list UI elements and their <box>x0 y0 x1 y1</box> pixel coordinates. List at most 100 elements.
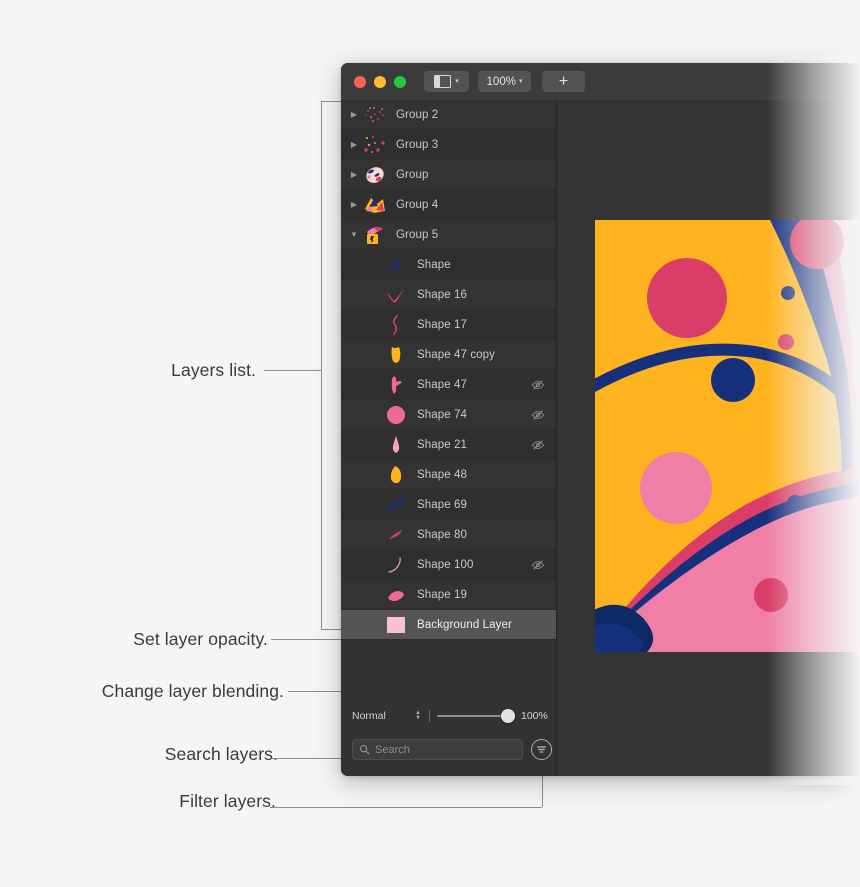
layer-name: Group 5 <box>396 228 439 241</box>
layers-panel: ▶ Group 2 ▶ Group 3 ▶ Group ▶ Group 4 ▼ Group 5 Sh… <box>341 100 557 776</box>
layer-row[interactable]: Shape 47 <box>341 370 556 400</box>
layer-hidden-eye-icon[interactable] <box>531 408 545 422</box>
sidebar-icon <box>434 75 452 88</box>
layer-row[interactable]: Shape 21 <box>341 430 556 460</box>
layer-thumbnail <box>383 313 409 337</box>
artwork <box>595 220 860 652</box>
layer-row[interactable]: ▼ Group 5 <box>341 220 556 250</box>
layer-name: Shape 19 <box>417 588 468 601</box>
blend-mode-dropdown[interactable]: Normal <box>352 710 386 722</box>
layer-thumbnail <box>383 403 409 427</box>
callout-search-layers: Search layers. <box>164 744 278 764</box>
layers-list[interactable]: ▶ Group 2 ▶ Group 3 ▶ Group ▶ Group 4 ▼ Group 5 Sh… <box>341 100 556 640</box>
layer-name: Group 4 <box>396 198 439 211</box>
layer-name: Shape 80 <box>417 528 468 541</box>
layer-thumbnail <box>383 283 409 307</box>
zoom-level-dropdown[interactable]: 100% ▾ <box>478 71 531 92</box>
leader-layers-list-bracket-top <box>321 101 341 102</box>
layer-hidden-eye-icon[interactable] <box>531 438 545 452</box>
sidebar-toggle-button[interactable]: ▾ <box>424 71 469 92</box>
layer-name: Shape 74 <box>417 408 468 421</box>
layer-row[interactable]: Shape 74 <box>341 400 556 430</box>
layer-name: Shape 100 <box>417 558 474 571</box>
layer-row[interactable]: Shape 17 <box>341 310 556 340</box>
add-button[interactable]: + <box>542 71 585 92</box>
layer-name: Shape <box>417 258 451 271</box>
disclosure-triangle-collapsed-icon[interactable]: ▶ <box>347 110 361 119</box>
callout-change-blending: Change layer blending. <box>101 681 284 701</box>
leader-layers-list-h <box>264 370 321 371</box>
callout-set-opacity: Set layer opacity. <box>133 629 268 649</box>
layer-thumbnail <box>383 463 409 487</box>
divider <box>429 709 430 722</box>
layer-name: Shape 16 <box>417 288 468 301</box>
search-icon <box>359 744 370 755</box>
search-input[interactable]: Search <box>352 739 523 760</box>
leader-search-layers-h <box>272 758 352 759</box>
layer-row[interactable]: ▶ Group 3 <box>341 130 556 160</box>
search-placeholder: Search <box>375 743 410 756</box>
chevron-down-icon-zoom: ▾ <box>518 78 523 85</box>
filter-icon <box>536 746 547 753</box>
layer-thumbnail <box>383 433 409 457</box>
layer-row[interactable]: Shape 16 <box>341 280 556 310</box>
disclosure-triangle-collapsed-icon[interactable]: ▶ <box>347 170 361 179</box>
layer-row[interactable]: ▶ Group 2 <box>341 100 556 130</box>
layer-hidden-eye-icon[interactable] <box>531 558 545 572</box>
app-window: ▾ 100% ▾ + ▶ Group 2 ▶ Group 3 ▶ Group ▶… <box>341 63 860 776</box>
layer-thumbnail <box>383 373 409 397</box>
layer-row[interactable]: ▶ Group 4 <box>341 190 556 220</box>
layer-row[interactable]: ▶ Group <box>341 160 556 190</box>
disclosure-triangle-collapsed-icon[interactable]: ▶ <box>347 140 361 149</box>
layer-hidden-eye-icon[interactable] <box>531 378 545 392</box>
callout-layers-list: Layers list. <box>171 360 256 380</box>
stepper-icon[interactable]: ▲ ▼ <box>415 710 421 721</box>
layer-thumbnail <box>362 133 388 157</box>
chevron-down-icon: ▾ <box>455 78 459 85</box>
layer-row[interactable]: Shape 48 <box>341 460 556 490</box>
layer-name: Group <box>396 168 429 181</box>
disclosure-triangle-expanded-icon[interactable]: ▼ <box>347 230 361 239</box>
layer-row[interactable]: Shape <box>341 250 556 280</box>
artboard[interactable] <box>595 220 860 652</box>
layer-thumbnail <box>383 583 409 607</box>
filter-layers-button[interactable] <box>531 739 552 760</box>
disclosure-triangle-collapsed-icon[interactable]: ▶ <box>347 200 361 209</box>
window-toolbar: ▾ 100% ▾ + <box>341 63 860 101</box>
layer-thumbnail <box>383 253 409 277</box>
layer-name: Background Layer <box>417 618 512 631</box>
layer-thumbnail <box>383 523 409 547</box>
traffic-lights <box>354 75 406 88</box>
layer-name: Shape 47 <box>417 378 468 391</box>
layer-row[interactable]: Background Layer <box>341 610 556 640</box>
layer-name: Shape 21 <box>417 438 468 451</box>
opacity-slider-knob[interactable] <box>501 708 515 723</box>
layer-row[interactable]: Shape 100 <box>341 550 556 580</box>
zoom-button[interactable] <box>394 75 406 88</box>
minimize-button[interactable] <box>374 75 386 88</box>
screenshot-root: Layers list. Set layer opacity. Change l… <box>0 0 860 887</box>
layer-row[interactable]: Shape 47 copy <box>341 340 556 370</box>
canvas-area[interactable] <box>557 100 860 776</box>
layer-name: Group 3 <box>396 138 439 151</box>
layer-thumbnail <box>362 103 388 127</box>
leader-filter-layers-h <box>270 807 542 808</box>
layer-thumbnail <box>362 223 388 247</box>
callout-filter-layers: Filter layers. <box>179 791 276 811</box>
layer-row[interactable]: Shape 19 <box>341 580 556 610</box>
zoom-level-value: 100% <box>486 75 516 88</box>
close-button[interactable] <box>354 75 366 88</box>
search-filter-bar: Search <box>341 729 556 776</box>
layer-name: Shape 69 <box>417 498 468 511</box>
layer-row[interactable]: Shape 80 <box>341 520 556 550</box>
layer-name: Shape 48 <box>417 468 468 481</box>
leader-layers-list-bracket <box>321 101 322 629</box>
layer-thumbnail <box>362 193 388 217</box>
layer-name: Shape 17 <box>417 318 468 331</box>
plus-icon: + <box>558 72 569 90</box>
opacity-slider[interactable] <box>437 708 515 723</box>
layer-name: Group 2 <box>396 108 439 121</box>
opacity-value[interactable]: 100% <box>521 710 548 722</box>
layer-thumbnail <box>383 553 409 577</box>
layer-row[interactable]: Shape 69 <box>341 490 556 520</box>
